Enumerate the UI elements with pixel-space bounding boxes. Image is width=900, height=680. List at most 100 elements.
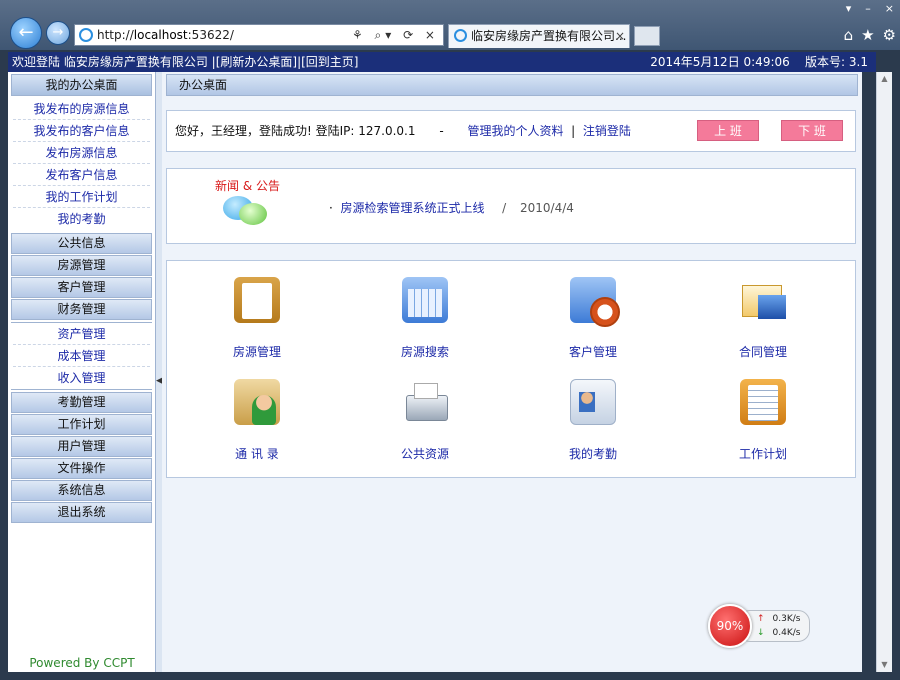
sidebar-item-post-listing[interactable]: 发布房源信息 (13, 142, 150, 164)
calendar-clock-icon (570, 277, 620, 327)
app-work-plan[interactable]: 工作计划 (713, 379, 813, 462)
welcome-panel: 您好，王经理，登陆成功! 登陆IP: 127.0.0.1 - 管理我的个人资料 … (166, 110, 856, 152)
address-host: localhost (133, 28, 188, 42)
welcome-company: 欢迎登陆 临安房缘房产置换有限公司 (12, 55, 208, 69)
upload-rate: 0.3K/s (772, 614, 801, 624)
logout-link[interactable]: 注销登陆 (583, 124, 631, 138)
toolbar-icons: ⌂ ★ ⚙ (844, 26, 896, 44)
printer-icon (402, 379, 448, 425)
clock-in-button[interactable]: 上 班 (697, 120, 759, 141)
address-bar[interactable]: http://localhost:53622/ ⚘ ⌕▾ ⟳ × (74, 24, 444, 46)
clipboard-notes-icon (740, 379, 786, 425)
datetime: 2014年5月12日 0:49:06 (650, 55, 790, 69)
top-links[interactable]: |[刷新办公桌面]|[回到主页] (212, 55, 359, 69)
app-label: 工作计划 (738, 447, 787, 461)
news-item: · 房源检索管理系统正式上线 / 2010/4/4 (329, 199, 574, 216)
news-link[interactable]: 房源检索管理系统正式上线 (340, 201, 484, 215)
new-tab-button[interactable] (634, 26, 660, 46)
sidebar-item-work-plan[interactable]: 我的工作计划 (13, 186, 150, 208)
sidebar-group-public[interactable]: 公共信息 (11, 233, 152, 254)
app-public-resources[interactable]: 公共资源 (375, 379, 475, 462)
sidebar-group-system[interactable]: 系统信息 (11, 480, 152, 501)
sidebar-group-listings[interactable]: 房源管理 (11, 255, 152, 276)
browser-tab[interactable]: 临安房缘房产置换有限公司... × (448, 24, 630, 48)
app-top-bar: 欢迎登陆 临安房缘房产置换有限公司 |[刷新办公桌面]|[回到主页] 2014年… (8, 52, 876, 72)
minimize-button[interactable]: ▾ (846, 2, 852, 15)
favorites-star-icon[interactable]: ★ (861, 26, 874, 44)
top-right-info: 2014年5月12日 0:49:06 版本号: 3.1 (650, 52, 868, 72)
browser-chrome: ▾ – × ← → http://localhost:53622/ ⚘ ⌕▾ ⟳… (0, 0, 900, 50)
download-rate: 0.4K/s (772, 628, 801, 638)
speed-percent: 90% (708, 604, 752, 648)
app-label: 公共资源 (400, 447, 449, 461)
app-label: 客户管理 (568, 345, 617, 359)
network-speed-widget[interactable]: 90% ↑ 0.3K/s ↓ 0.4K/s (708, 604, 810, 648)
back-arrow-icon[interactable]: ← (10, 17, 42, 49)
finance-submenu: 资产管理 成本管理 收入管理 (11, 322, 152, 390)
clipboard-checklist-icon (234, 277, 280, 323)
sidebar-item-costs[interactable]: 成本管理 (13, 345, 150, 367)
vertical-scrollbar[interactable]: ▲ ▼ (876, 72, 892, 672)
address-tools[interactable]: ⚘ ⌕▾ ⟳ × (352, 25, 439, 45)
sidebar-group-clients[interactable]: 客户管理 (11, 277, 152, 298)
sidebar-group-attendance[interactable]: 考勤管理 (11, 392, 152, 413)
sidebar-item-post-client[interactable]: 发布客户信息 (13, 164, 150, 186)
address-prefix: http:// (97, 28, 134, 42)
download-arrow-icon: ↓ (757, 628, 765, 638)
sidebar-item-income[interactable]: 收入管理 (13, 367, 150, 389)
sidebar-item-my-clients[interactable]: 我发布的客户信息 (13, 120, 150, 142)
mail-envelope-icon (740, 277, 786, 323)
news-sep: / (502, 201, 507, 215)
sidebar-header[interactable]: 我的办公桌面 (11, 74, 152, 96)
ie-logo-icon (79, 28, 93, 42)
link-pipe: | (571, 124, 576, 138)
app-listing-management[interactable]: 房源管理 (207, 277, 307, 360)
app-my-attendance[interactable]: 我的考勤 (543, 379, 643, 462)
scroll-down-icon[interactable]: ▼ (877, 658, 892, 672)
sidebar-group-work-plan[interactable]: 工作计划 (11, 414, 152, 435)
window-controls: ▾ – × (846, 2, 894, 15)
sidebar-item-my-listings[interactable]: 我发布的房源信息 (13, 98, 150, 120)
manage-profile-link[interactable]: 管理我的个人资料 (468, 124, 564, 138)
app-label: 我的考勤 (568, 447, 617, 461)
welcome-text: 您好，王经理，登陆成功! 登陆IP: 127.0.0.1 (175, 124, 416, 138)
sidebar-group-finance[interactable]: 财务管理 (11, 299, 152, 320)
news-date: 2010/4/4 (520, 201, 574, 215)
page-title: 办公桌面 (166, 74, 858, 96)
app-label: 合同管理 (738, 345, 787, 359)
sidebar-group-files[interactable]: 文件操作 (11, 458, 152, 479)
scroll-up-icon[interactable]: ▲ (877, 72, 892, 86)
sidebar-group-exit[interactable]: 退出系统 (11, 502, 152, 523)
chat-bubble-green-icon (239, 203, 267, 225)
sidebar-item-attendance[interactable]: 我的考勤 (13, 208, 150, 230)
app-grid: 房源管理 房源搜索 客户管理 合同管理 通 讯 录 公共资源 我的考勤 工作计划 (166, 260, 856, 478)
app-client-management[interactable]: 客户管理 (543, 277, 643, 360)
app-contract-management[interactable]: 合同管理 (713, 277, 813, 360)
app-contacts[interactable]: 通 讯 录 (207, 379, 307, 462)
address-rest: :53622/ (187, 28, 234, 42)
calendar-icon (402, 277, 448, 323)
upload-arrow-icon: ↑ (757, 614, 765, 624)
tab-ie-icon (454, 29, 467, 42)
app-label: 房源管理 (232, 345, 281, 359)
gear-icon[interactable]: ⚙ (883, 26, 896, 44)
app-label: 通 讯 录 (235, 447, 279, 461)
sidebar-group-users[interactable]: 用户管理 (11, 436, 152, 457)
forward-arrow-icon[interactable]: → (46, 21, 70, 45)
id-badge-icon (570, 379, 616, 425)
sidebar: 我的办公桌面 我发布的房源信息 我发布的客户信息 发布房源信息 发布客户信息 我… (8, 72, 156, 672)
main-content: 办公桌面 您好，王经理，登陆成功! 登陆IP: 127.0.0.1 - 管理我的… (162, 72, 862, 672)
window-close-button[interactable]: × (885, 2, 894, 15)
tab-close-icon[interactable]: × (615, 25, 625, 47)
home-icon[interactable]: ⌂ (844, 26, 854, 44)
news-bullet: · (329, 201, 333, 215)
news-panel: 新闻 & 公告 · 房源检索管理系统正式上线 / 2010/4/4 (166, 168, 856, 244)
news-title: 新闻 & 公告 (215, 179, 280, 193)
restore-button[interactable]: – (865, 2, 871, 15)
app-label: 房源搜索 (400, 345, 449, 359)
powered-by: Powered By CCPT (29, 656, 135, 670)
clock-out-button[interactable]: 下 班 (781, 120, 843, 141)
app-listing-search[interactable]: 房源搜索 (375, 277, 475, 360)
sidebar-item-assets[interactable]: 资产管理 (13, 323, 150, 345)
version-label: 版本号: 3.1 (805, 55, 868, 69)
